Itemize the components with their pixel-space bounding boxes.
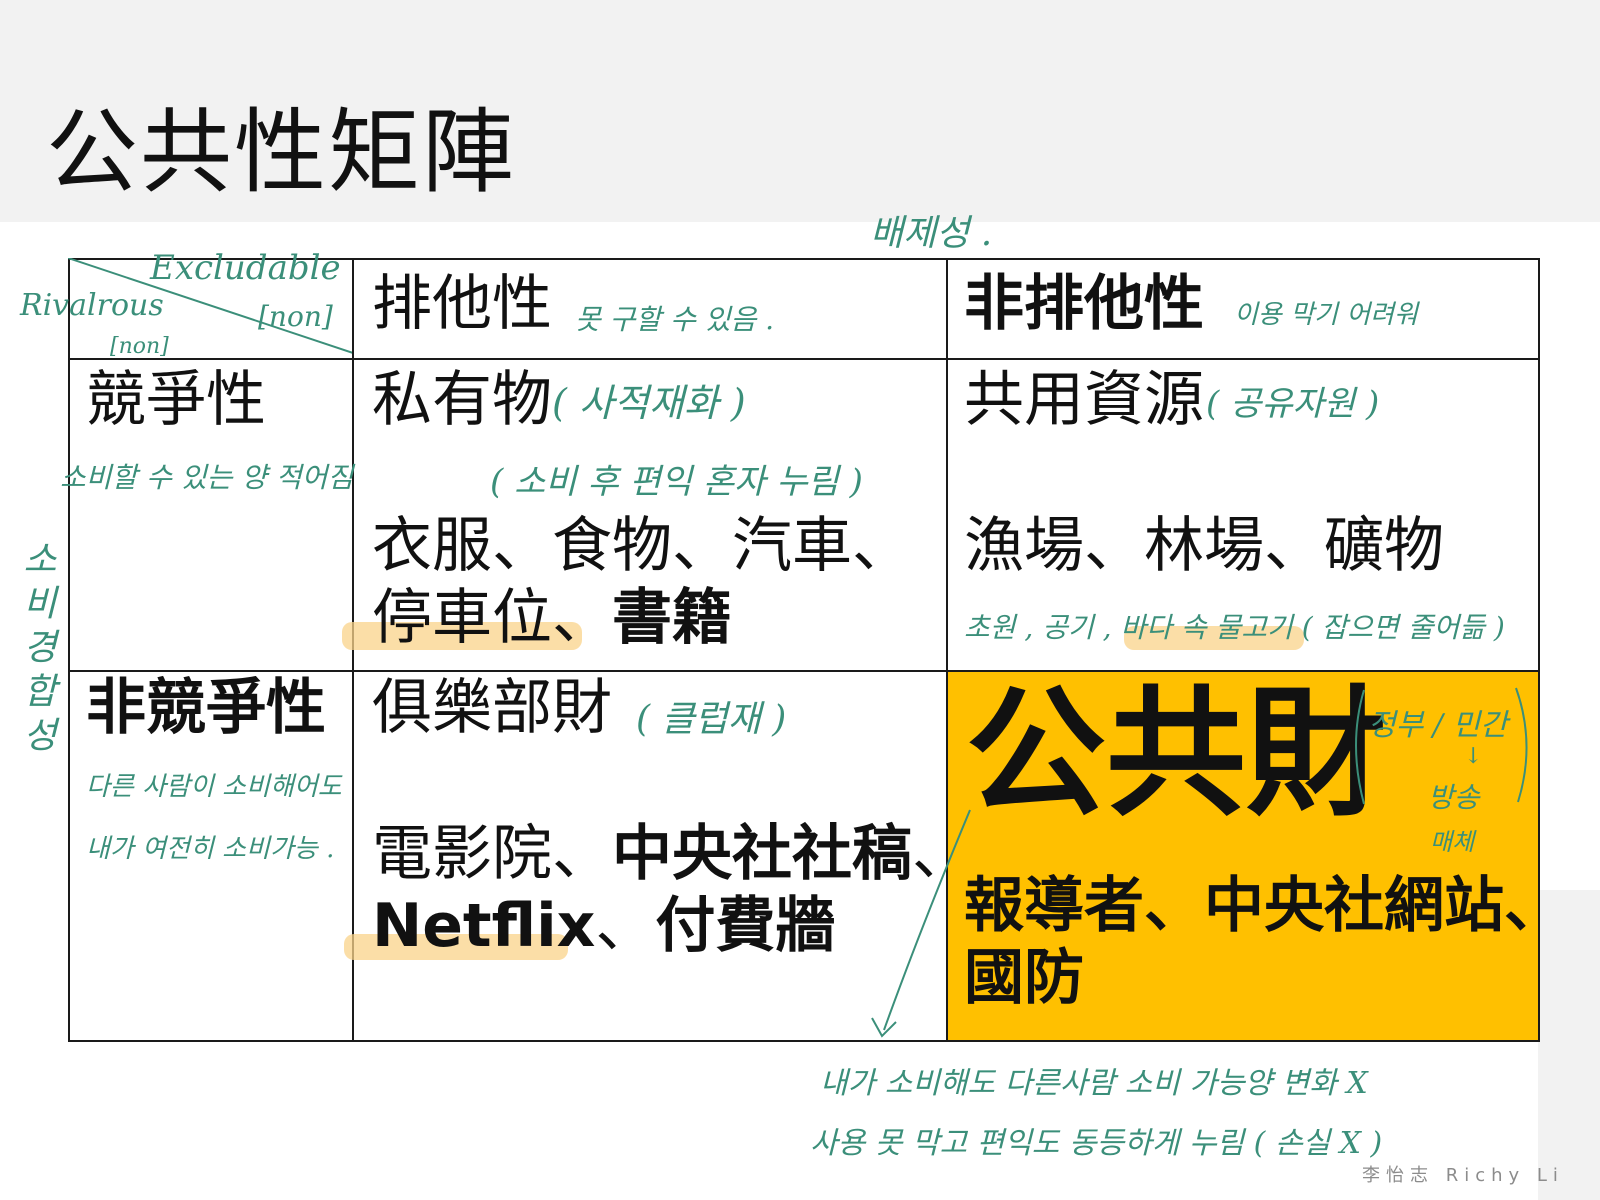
note-private-goods-benefit: ( 소비 후 편익 혼자 누림 ) <box>490 462 863 502</box>
arrow-to-note <box>871 809 971 1038</box>
example-parking: 停車位 <box>372 583 552 653</box>
common-resources-title: 共用資源 <box>964 365 1204 435</box>
note-bottom-1: 내가 소비해도 다른사람 소비 가능양 변화 X <box>820 1066 1368 1101</box>
private-goods-title: 私有物 <box>372 365 552 435</box>
row-non-rival: 非競爭性 <box>86 673 326 743</box>
public-goods-examples-1: 報導者、中央社網站、 <box>964 871 1564 941</box>
note-excludable-meaning: 못 구할 수 있음 . <box>575 303 775 336</box>
note-common-resources: ( 공유자원 ) <box>1206 384 1380 424</box>
author-signature: 李怡志 Richy Li <box>1362 1165 1564 1186</box>
page-title: 公共性矩陣 <box>46 99 517 206</box>
private-goods-examples-1: 衣服、食物、汽車、 <box>372 511 912 581</box>
note-bottom-2: 사용 못 막고 편익도 동등하게 누림 ( 손실 X ) <box>810 1126 1383 1161</box>
note-exclusivity-heading: 배제성 . <box>870 213 993 254</box>
note-non-excludable-meaning: 이용 막기 어려워 <box>1234 300 1418 330</box>
note-non-rival-meaning-2: 내가 여전히 소비가능 . <box>86 834 335 864</box>
note-rival-meaning: 소비할 수 있는 양 적어짐 <box>60 461 354 494</box>
note-excludable: Excludable <box>150 248 341 288</box>
note-rivalrous: Rivalrous <box>20 288 164 323</box>
note-common-resources-examples: 초원 , 공기 , 바다 속 물고기 ( 잡으면 줄어듦 ) <box>964 611 1505 644</box>
note-club-goods: ( 클럽재 ) <box>636 699 787 740</box>
example-paywall: 付費牆 <box>655 891 836 961</box>
example-books: 書籍 <box>612 583 732 653</box>
private-goods-examples-2: 停車位、書籍 <box>372 582 732 654</box>
common-resources-examples: 漁場、林場、礦物 <box>964 511 1444 581</box>
example-separator: 、 <box>552 583 612 653</box>
note-excludable-non: [non] <box>258 300 333 333</box>
note-rivalry-vertical: 소비경합성 <box>16 540 57 760</box>
note-private-goods: ( 사적재화 ) <box>552 381 746 425</box>
column-excludable: 排他性 <box>372 269 552 339</box>
public-goods-title: 公共財 <box>966 673 1387 836</box>
column-non-excludable: 非排他性 <box>964 269 1204 339</box>
note-public-goods-4: 매체 <box>1430 828 1475 856</box>
club-goods-examples-2: Netflix、付費牆 <box>372 890 835 962</box>
note-non-rival-meaning-1: 다른 사람이 소비해어도 <box>86 772 342 802</box>
example-cinema: 電影院、 <box>372 819 612 889</box>
row-rival: 競爭性 <box>86 365 266 435</box>
example-netflix: Netflix <box>372 891 596 961</box>
example-separator: 、 <box>595 891 656 961</box>
club-goods-title: 俱樂部財 <box>372 673 612 743</box>
note-rivalrous-non: [non] <box>110 334 169 359</box>
bracket-public-note <box>1355 687 1528 805</box>
